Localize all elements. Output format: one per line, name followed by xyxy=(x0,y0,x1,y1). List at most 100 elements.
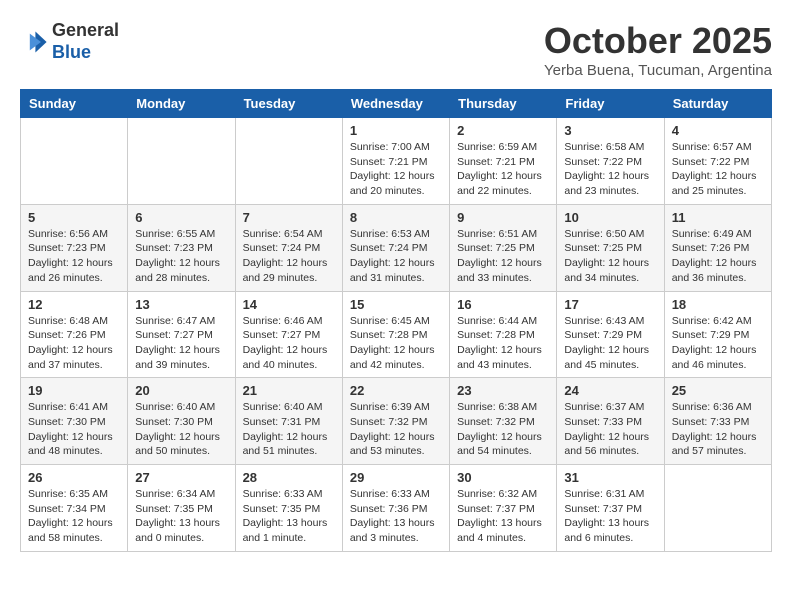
calendar-table: SundayMondayTuesdayWednesdayThursdayFrid… xyxy=(20,89,772,552)
title-block: October 2025 Yerba Buena, Tucuman, Argen… xyxy=(544,20,772,79)
month-title: October 2025 xyxy=(544,20,772,62)
day-info: Sunrise: 6:51 AM Sunset: 7:25 PM Dayligh… xyxy=(457,227,549,286)
day-number: 2 xyxy=(457,123,549,138)
day-number: 9 xyxy=(457,210,549,225)
day-cell: 10 Sunrise: 6:50 AM Sunset: 7:25 PM Dayli… xyxy=(557,204,664,291)
weekday-header-friday: Friday xyxy=(557,90,664,118)
day-number: 10 xyxy=(564,210,656,225)
day-number: 22 xyxy=(350,383,442,398)
day-number: 19 xyxy=(28,383,120,398)
day-info: Sunrise: 6:42 AM Sunset: 7:29 PM Dayligh… xyxy=(672,314,764,373)
day-cell: 20 Sunrise: 6:40 AM Sunset: 7:30 PM Dayli… xyxy=(128,378,235,465)
day-info: Sunrise: 7:00 AM Sunset: 7:21 PM Dayligh… xyxy=(350,140,442,199)
day-info: Sunrise: 6:31 AM Sunset: 7:37 PM Dayligh… xyxy=(564,487,656,546)
logo-general: General xyxy=(52,20,119,40)
weekday-header-sunday: Sunday xyxy=(21,90,128,118)
day-cell: 28Sunrise: 6:33 AM Sunset: 7:35 PM Dayli… xyxy=(235,465,342,552)
logo-blue: Blue xyxy=(52,42,91,62)
day-info: Sunrise: 6:46 AM Sunset: 7:27 PM Dayligh… xyxy=(243,314,335,373)
day-info: Sunrise: 6:49 AM Sunset: 7:26 PM Dayligh… xyxy=(672,227,764,286)
day-info: Sunrise: 6:47 AM Sunset: 7:27 PM Dayligh… xyxy=(135,314,227,373)
day-number: 30 xyxy=(457,470,549,485)
day-cell: 12Sunrise: 6:48 AM Sunset: 7:26 PM Dayli… xyxy=(21,291,128,378)
day-cell: 21Sunrise: 6:40 AM Sunset: 7:31 PM Dayli… xyxy=(235,378,342,465)
day-info: Sunrise: 6:44 AM Sunset: 7:28 PM Dayligh… xyxy=(457,314,549,373)
week-row-2: 12Sunrise: 6:48 AM Sunset: 7:26 PM Dayli… xyxy=(21,291,772,378)
day-number: 21 xyxy=(243,383,335,398)
day-info: Sunrise: 6:55 AM Sunset: 7:23 PM Dayligh… xyxy=(135,227,227,286)
day-number: 13 xyxy=(135,297,227,312)
day-info: Sunrise: 6:54 AM Sunset: 7:24 PM Dayligh… xyxy=(243,227,335,286)
weekday-header-wednesday: Wednesday xyxy=(342,90,449,118)
day-cell: 18 Sunrise: 6:42 AM Sunset: 7:29 PM Dayli… xyxy=(664,291,771,378)
day-info: Sunrise: 6:39 AM Sunset: 7:32 PM Dayligh… xyxy=(350,400,442,459)
day-cell: 7 Sunrise: 6:54 AM Sunset: 7:24 PM Daylig… xyxy=(235,204,342,291)
day-number: 15 xyxy=(350,297,442,312)
day-number: 28 xyxy=(243,470,335,485)
logo-text: General Blue xyxy=(52,20,119,63)
day-info: Sunrise: 6:48 AM Sunset: 7:26 PM Dayligh… xyxy=(28,314,120,373)
day-info: Sunrise: 6:53 AM Sunset: 7:24 PM Dayligh… xyxy=(350,227,442,286)
location: Yerba Buena, Tucuman, Argentina xyxy=(544,62,772,79)
week-row-0: 1 Sunrise: 7:00 AM Sunset: 7:21 PM Daylig… xyxy=(21,118,772,205)
week-row-3: 19Sunrise: 6:41 AM Sunset: 7:30 PM Dayli… xyxy=(21,378,772,465)
day-number: 6 xyxy=(135,210,227,225)
day-info: Sunrise: 6:37 AM Sunset: 7:33 PM Dayligh… xyxy=(564,400,656,459)
day-cell: 26 Sunrise: 6:35 AM Sunset: 7:34 PM Dayli… xyxy=(21,465,128,552)
day-info: Sunrise: 6:40 AM Sunset: 7:30 PM Dayligh… xyxy=(135,400,227,459)
day-cell: 30 Sunrise: 6:32 AM Sunset: 7:37 PM Dayli… xyxy=(450,465,557,552)
day-info: Sunrise: 6:59 AM Sunset: 7:21 PM Dayligh… xyxy=(457,140,549,199)
day-number: 17 xyxy=(564,297,656,312)
day-info: Sunrise: 6:58 AM Sunset: 7:22 PM Dayligh… xyxy=(564,140,656,199)
day-number: 27 xyxy=(135,470,227,485)
day-cell: 11Sunrise: 6:49 AM Sunset: 7:26 PM Dayli… xyxy=(664,204,771,291)
day-cell: 22 Sunrise: 6:39 AM Sunset: 7:32 PM Dayli… xyxy=(342,378,449,465)
day-number: 29 xyxy=(350,470,442,485)
day-cell: 23 Sunrise: 6:38 AM Sunset: 7:32 PM Dayli… xyxy=(450,378,557,465)
day-info: Sunrise: 6:56 AM Sunset: 7:23 PM Dayligh… xyxy=(28,227,120,286)
weekday-header-saturday: Saturday xyxy=(664,90,771,118)
weekday-header-monday: Monday xyxy=(128,90,235,118)
day-info: Sunrise: 6:50 AM Sunset: 7:25 PM Dayligh… xyxy=(564,227,656,286)
day-cell xyxy=(664,465,771,552)
day-info: Sunrise: 6:35 AM Sunset: 7:34 PM Dayligh… xyxy=(28,487,120,546)
day-cell: 27Sunrise: 6:34 AM Sunset: 7:35 PM Dayli… xyxy=(128,465,235,552)
day-cell: 3 Sunrise: 6:58 AM Sunset: 7:22 PM Daylig… xyxy=(557,118,664,205)
day-cell: 5 Sunrise: 6:56 AM Sunset: 7:23 PM Daylig… xyxy=(21,204,128,291)
week-row-1: 5 Sunrise: 6:56 AM Sunset: 7:23 PM Daylig… xyxy=(21,204,772,291)
day-number: 20 xyxy=(135,383,227,398)
day-number: 1 xyxy=(350,123,442,138)
day-cell: 24 Sunrise: 6:37 AM Sunset: 7:33 PM Dayli… xyxy=(557,378,664,465)
day-info: Sunrise: 6:36 AM Sunset: 7:33 PM Dayligh… xyxy=(672,400,764,459)
day-cell: 8 Sunrise: 6:53 AM Sunset: 7:24 PM Daylig… xyxy=(342,204,449,291)
weekday-header-row: SundayMondayTuesdayWednesdayThursdayFrid… xyxy=(21,90,772,118)
day-cell: 15Sunrise: 6:45 AM Sunset: 7:28 PM Dayli… xyxy=(342,291,449,378)
day-number: 24 xyxy=(564,383,656,398)
day-number: 3 xyxy=(564,123,656,138)
day-cell xyxy=(21,118,128,205)
day-cell: 1 Sunrise: 7:00 AM Sunset: 7:21 PM Daylig… xyxy=(342,118,449,205)
day-cell: 31Sunrise: 6:31 AM Sunset: 7:37 PM Dayli… xyxy=(557,465,664,552)
day-info: Sunrise: 6:33 AM Sunset: 7:36 PM Dayligh… xyxy=(350,487,442,546)
day-cell: 29 Sunrise: 6:33 AM Sunset: 7:36 PM Dayli… xyxy=(342,465,449,552)
day-cell: 25Sunrise: 6:36 AM Sunset: 7:33 PM Dayli… xyxy=(664,378,771,465)
day-info: Sunrise: 6:38 AM Sunset: 7:32 PM Dayligh… xyxy=(457,400,549,459)
day-number: 14 xyxy=(243,297,335,312)
day-info: Sunrise: 6:32 AM Sunset: 7:37 PM Dayligh… xyxy=(457,487,549,546)
day-number: 5 xyxy=(28,210,120,225)
day-cell xyxy=(235,118,342,205)
day-cell: 17 Sunrise: 6:43 AM Sunset: 7:29 PM Dayli… xyxy=(557,291,664,378)
weekday-header-tuesday: Tuesday xyxy=(235,90,342,118)
day-number: 26 xyxy=(28,470,120,485)
page-header: General Blue October 2025 Yerba Buena, T… xyxy=(20,20,772,79)
day-number: 18 xyxy=(672,297,764,312)
day-number: 7 xyxy=(243,210,335,225)
day-info: Sunrise: 6:43 AM Sunset: 7:29 PM Dayligh… xyxy=(564,314,656,373)
logo-icon xyxy=(20,28,48,56)
weekday-header-thursday: Thursday xyxy=(450,90,557,118)
day-cell: 14 Sunrise: 6:46 AM Sunset: 7:27 PM Dayli… xyxy=(235,291,342,378)
day-number: 23 xyxy=(457,383,549,398)
day-cell: 19Sunrise: 6:41 AM Sunset: 7:30 PM Dayli… xyxy=(21,378,128,465)
day-cell: 13 Sunrise: 6:47 AM Sunset: 7:27 PM Dayli… xyxy=(128,291,235,378)
day-number: 8 xyxy=(350,210,442,225)
